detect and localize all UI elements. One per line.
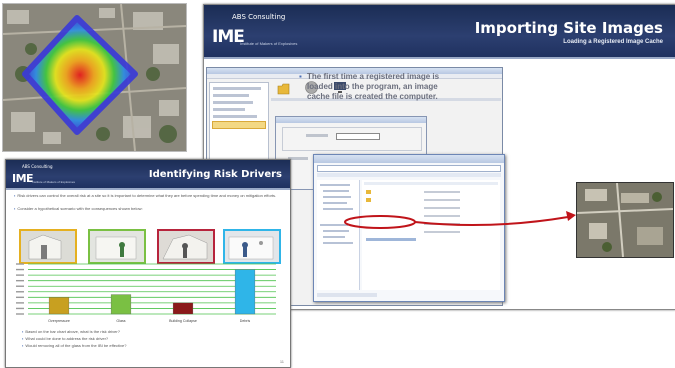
bullet-text: The first time a registered image is loa… <box>307 72 440 101</box>
glass-photo <box>88 229 146 264</box>
y-tick-label <box>16 307 24 310</box>
y-tick-label <box>16 313 24 315</box>
ime-logo-subtitle: Institute of Makers of Explosives <box>240 41 298 46</box>
callout-arrow <box>344 211 576 229</box>
slide-title: Identifying Risk Drivers <box>148 169 282 180</box>
y-tick-label <box>16 296 24 299</box>
nav-item[interactable] <box>213 101 253 104</box>
slide-banner: ABS Consulting IME Institute of Makers o… <box>204 5 675 59</box>
x-tick-label: Overpressure <box>48 319 70 323</box>
question-1: ▪ Based on the bar chart above, what is t… <box>22 329 120 334</box>
y-tick-label <box>16 279 24 282</box>
bullet-dot: ▪ <box>299 72 302 81</box>
file-toolbar <box>317 173 501 177</box>
risk-bullet-1: ▪ Risk drivers can control the overall ri… <box>14 193 277 198</box>
bar-glass <box>110 294 132 315</box>
file-dialog-titlebar <box>314 155 504 163</box>
x-tick-label: Building Collapse <box>169 319 197 323</box>
file-name-field[interactable] <box>317 293 377 297</box>
dialog-titlebar <box>276 117 426 123</box>
ime-logo-subtitle: Institute of Makers of Explosives <box>32 180 76 184</box>
question-3: ▪ Would removing all of the glass from th… <box>22 343 127 348</box>
aerial-heatmap-image <box>2 3 187 152</box>
abs-logo-text: ABS Consulting <box>22 164 53 169</box>
debris-photo <box>223 229 281 264</box>
nav-item[interactable] <box>213 115 257 118</box>
bar-building-collapse <box>172 302 194 315</box>
nav-item[interactable] <box>213 94 249 97</box>
y-tick-label <box>16 291 24 293</box>
y-tick-label <box>16 302 24 304</box>
bar-overpressure <box>48 297 70 315</box>
slide-title: Importing Site Images <box>474 19 663 37</box>
building-collapse-photo <box>157 229 215 264</box>
y-tick-label <box>16 263 24 265</box>
overpressure-photo <box>19 229 77 264</box>
x-tick-label: Debris <box>240 319 251 323</box>
y-tick-label <box>16 274 24 276</box>
abs-logo-text: ABS Consulting <box>232 13 286 21</box>
bar-debris <box>234 269 256 315</box>
ime-logo: IME <box>12 172 34 185</box>
nav-item-selected[interactable] <box>212 121 266 129</box>
identifying-risk-drivers-slide: ABS Consulting IME Institute of Makers o… <box>5 159 291 368</box>
page-number: 11 <box>279 359 284 364</box>
risk-bullet-2: ▪ Consider a hypothetical scenario with t… <box>14 206 143 211</box>
nav-item[interactable] <box>213 87 261 90</box>
slide-bullet: ▪ The first time a registered image is l… <box>299 72 449 102</box>
dialog-field-label <box>288 157 308 160</box>
question-2: ▪ What could be done to address the risk … <box>22 336 109 341</box>
file-list-header <box>364 182 498 185</box>
slide-subtitle: Loading a Registered Image Cache <box>563 39 663 45</box>
folder-icon[interactable] <box>277 82 291 95</box>
slide-banner: ABS Consulting IME Institute of Makers o… <box>6 160 290 190</box>
x-tick-label: Glass <box>116 319 125 323</box>
y-tick-label <box>16 268 24 271</box>
site-image-thumbnail <box>576 182 674 258</box>
risk-driver-bar-chart: Overpressure Glass Building Collapse Debris <box>16 263 276 323</box>
address-bar[interactable] <box>317 165 501 172</box>
nav-item[interactable] <box>213 108 245 111</box>
y-tick-label <box>16 285 24 287</box>
scale-dropdown[interactable] <box>336 133 380 140</box>
dropdown-label <box>306 134 328 137</box>
